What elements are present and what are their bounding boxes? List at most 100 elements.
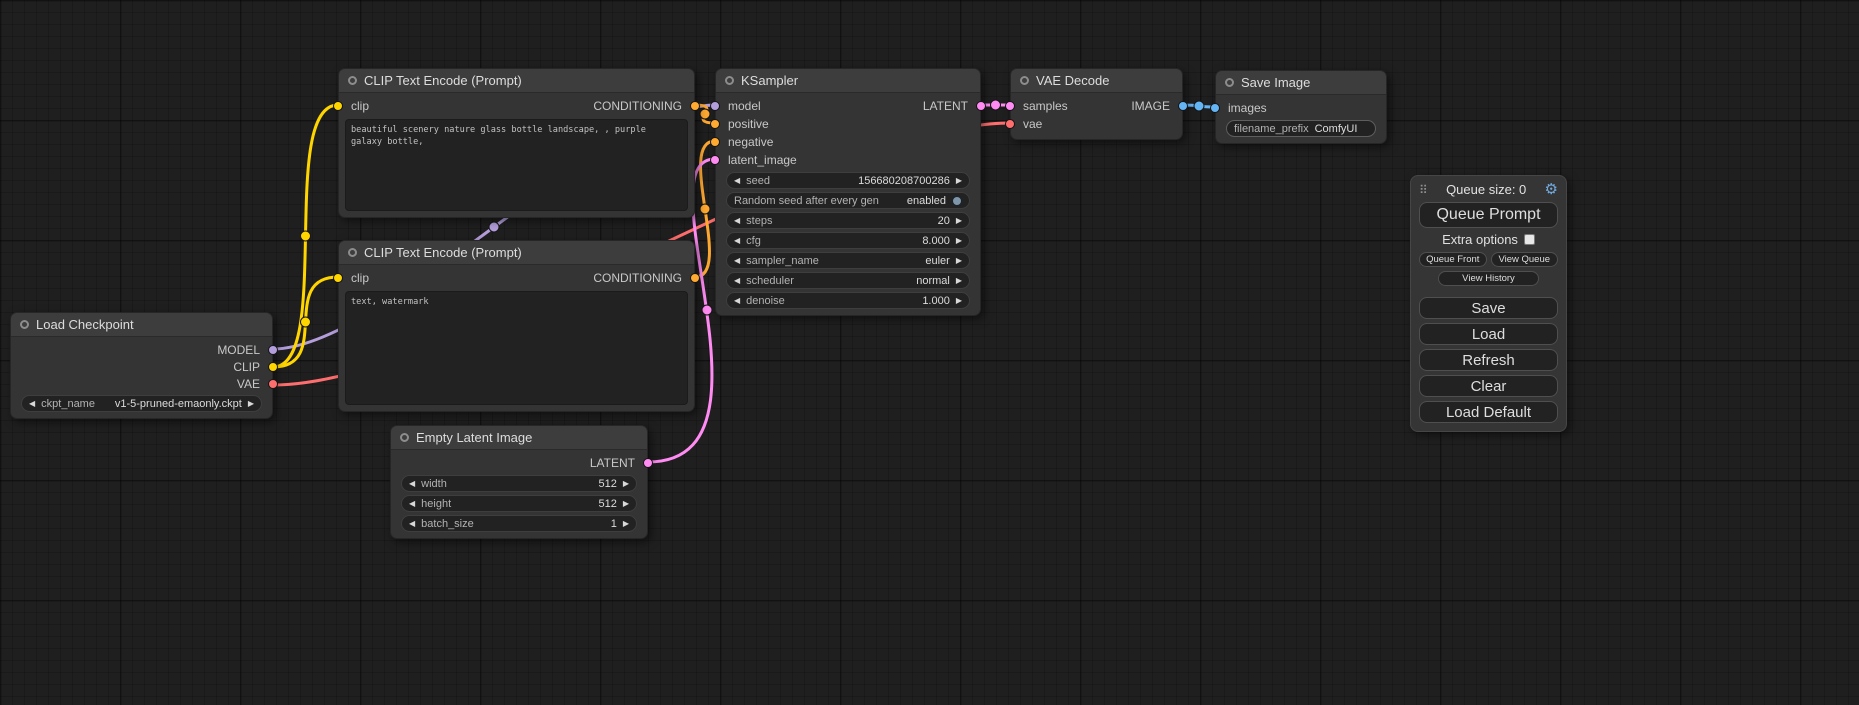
input-port-model[interactable] [710, 101, 720, 111]
output-label-vae: VAE [237, 377, 260, 391]
node-header[interactable]: Empty Latent Image [391, 426, 647, 450]
decrement-arrow-icon[interactable]: ◀ [734, 237, 740, 245]
output-label-latent: LATENT [923, 99, 968, 113]
node-empty-latent-image[interactable]: Empty Latent Image LATENT ◀ width 512 ▶ … [390, 425, 648, 539]
widget-label: ckpt_name [41, 398, 95, 410]
increment-arrow-icon[interactable]: ▶ [956, 257, 962, 265]
widget-denoise[interactable]: ◀ denoise 1.000 ▶ [726, 292, 970, 309]
input-port-positive[interactable] [710, 119, 720, 129]
input-port-latent-image[interactable] [710, 155, 720, 165]
prompt-text-area[interactable]: text, watermark [345, 291, 688, 405]
output-label-conditioning: CONDITIONING [593, 99, 682, 113]
input-port-images[interactable] [1210, 103, 1220, 113]
widget-filename-prefix[interactable]: filename_prefix ComfyUI [1226, 120, 1376, 137]
input-label-samples: samples [1023, 99, 1068, 113]
node-graph-canvas[interactable]: Load Checkpoint MODEL CLIP VAE ◀ ckpt_na… [0, 0, 1859, 705]
input-label-positive: positive [728, 117, 769, 131]
port-row: images [1216, 99, 1386, 117]
output-label-model: MODEL [217, 343, 260, 357]
node-header[interactable]: CLIP Text Encode (Prompt) [339, 241, 694, 265]
widget-scheduler[interactable]: ◀ scheduler normal ▶ [726, 272, 970, 289]
collapse-toggle-icon[interactable] [400, 433, 409, 442]
node-header[interactable]: VAE Decode [1011, 69, 1182, 93]
node-vae-decode[interactable]: VAE Decode samples IMAGE vae [1010, 68, 1183, 140]
widget-width[interactable]: ◀ width 512 ▶ [401, 475, 637, 492]
extra-options-label: Extra options [1442, 232, 1518, 247]
collapse-toggle-icon[interactable] [1225, 78, 1234, 87]
widget-label: filename_prefix [1234, 123, 1309, 135]
collapse-toggle-icon[interactable] [1020, 76, 1029, 85]
input-label-negative: negative [728, 135, 773, 149]
widget-value: 8.000 [922, 235, 950, 247]
node-header[interactable]: KSampler [716, 69, 980, 93]
widget-seed[interactable]: ◀ seed 156680208700286 ▶ [726, 172, 970, 189]
clear-button[interactable]: Clear [1419, 375, 1558, 397]
increment-arrow-icon[interactable]: ▶ [623, 480, 629, 488]
node-load-checkpoint[interactable]: Load Checkpoint MODEL CLIP VAE ◀ ckpt_na… [10, 312, 273, 419]
prompt-text-area[interactable]: beautiful scenery nature glass bottle la… [345, 119, 688, 211]
output-port-conditioning[interactable] [690, 101, 700, 111]
decrement-arrow-icon[interactable]: ◀ [734, 177, 740, 185]
widget-ckpt-name[interactable]: ◀ ckpt_name v1-5-pruned-emaonly.ckpt ▶ [21, 395, 262, 412]
increment-arrow-icon[interactable]: ▶ [623, 500, 629, 508]
output-port-latent[interactable] [643, 458, 653, 468]
increment-arrow-icon[interactable]: ▶ [956, 177, 962, 185]
widget-value: 512 [598, 478, 616, 490]
node-header[interactable]: Save Image [1216, 71, 1386, 95]
increment-arrow-icon[interactable]: ▶ [623, 520, 629, 528]
output-port-image[interactable] [1178, 101, 1188, 111]
decrement-arrow-icon[interactable]: ◀ [734, 257, 740, 265]
queue-prompt-button[interactable]: Queue Prompt [1419, 202, 1558, 228]
input-port-vae[interactable] [1005, 119, 1015, 129]
decrement-arrow-icon[interactable]: ◀ [409, 500, 415, 508]
increment-arrow-icon[interactable]: ▶ [956, 277, 962, 285]
collapse-toggle-icon[interactable] [725, 76, 734, 85]
input-port-clip[interactable] [333, 101, 343, 111]
increment-arrow-icon[interactable]: ▶ [956, 217, 962, 225]
decrement-arrow-icon[interactable]: ◀ [734, 277, 740, 285]
decrement-arrow-icon[interactable]: ◀ [29, 400, 35, 408]
toggle-dot-icon[interactable] [952, 196, 962, 206]
load-default-button[interactable]: Load Default [1419, 401, 1558, 423]
link-dot-positive [700, 109, 710, 119]
increment-arrow-icon[interactable]: ▶ [248, 400, 254, 408]
decrement-arrow-icon[interactable]: ◀ [734, 297, 740, 305]
decrement-arrow-icon[interactable]: ◀ [734, 217, 740, 225]
save-button[interactable]: Save [1419, 297, 1558, 319]
decrement-arrow-icon[interactable]: ◀ [409, 480, 415, 488]
input-port-clip[interactable] [333, 273, 343, 283]
view-history-button[interactable]: View History [1438, 271, 1538, 286]
load-button[interactable]: Load [1419, 323, 1558, 345]
collapse-toggle-icon[interactable] [348, 76, 357, 85]
output-port-conditioning[interactable] [690, 273, 700, 283]
input-port-negative[interactable] [710, 137, 720, 147]
settings-gear-icon[interactable]: ⚙ [1545, 182, 1558, 197]
view-queue-button[interactable]: View Queue [1491, 252, 1559, 267]
decrement-arrow-icon[interactable]: ◀ [409, 520, 415, 528]
increment-arrow-icon[interactable]: ▶ [956, 237, 962, 245]
output-port-vae[interactable] [268, 379, 278, 389]
widget-cfg[interactable]: ◀ cfg 8.000 ▶ [726, 232, 970, 249]
widget-random-seed-toggle[interactable]: Random seed after every gen enabled [726, 192, 970, 209]
widget-sampler-name[interactable]: ◀ sampler_name euler ▶ [726, 252, 970, 269]
output-port-latent[interactable] [976, 101, 986, 111]
node-ksampler[interactable]: KSampler model LATENT positive negative … [715, 68, 981, 316]
output-port-model[interactable] [268, 345, 278, 355]
collapse-toggle-icon[interactable] [348, 248, 357, 257]
drag-handle-icon[interactable]: ⠿ [1419, 183, 1428, 197]
input-port-samples[interactable] [1005, 101, 1015, 111]
increment-arrow-icon[interactable]: ▶ [956, 297, 962, 305]
refresh-button[interactable]: Refresh [1419, 349, 1558, 371]
node-save-image[interactable]: Save Image images filename_prefix ComfyU… [1215, 70, 1387, 144]
node-header[interactable]: Load Checkpoint [11, 313, 272, 337]
node-clip-text-encode-negative[interactable]: CLIP Text Encode (Prompt) clip CONDITION… [338, 240, 695, 412]
output-port-clip[interactable] [268, 362, 278, 372]
node-header[interactable]: CLIP Text Encode (Prompt) [339, 69, 694, 93]
widget-steps[interactable]: ◀ steps 20 ▶ [726, 212, 970, 229]
widget-batch-size[interactable]: ◀ batch_size 1 ▶ [401, 515, 637, 532]
extra-options-checkbox[interactable] [1524, 234, 1535, 245]
node-clip-text-encode-positive[interactable]: CLIP Text Encode (Prompt) clip CONDITION… [338, 68, 695, 218]
widget-height[interactable]: ◀ height 512 ▶ [401, 495, 637, 512]
collapse-toggle-icon[interactable] [20, 320, 29, 329]
queue-front-button[interactable]: Queue Front [1419, 252, 1487, 267]
